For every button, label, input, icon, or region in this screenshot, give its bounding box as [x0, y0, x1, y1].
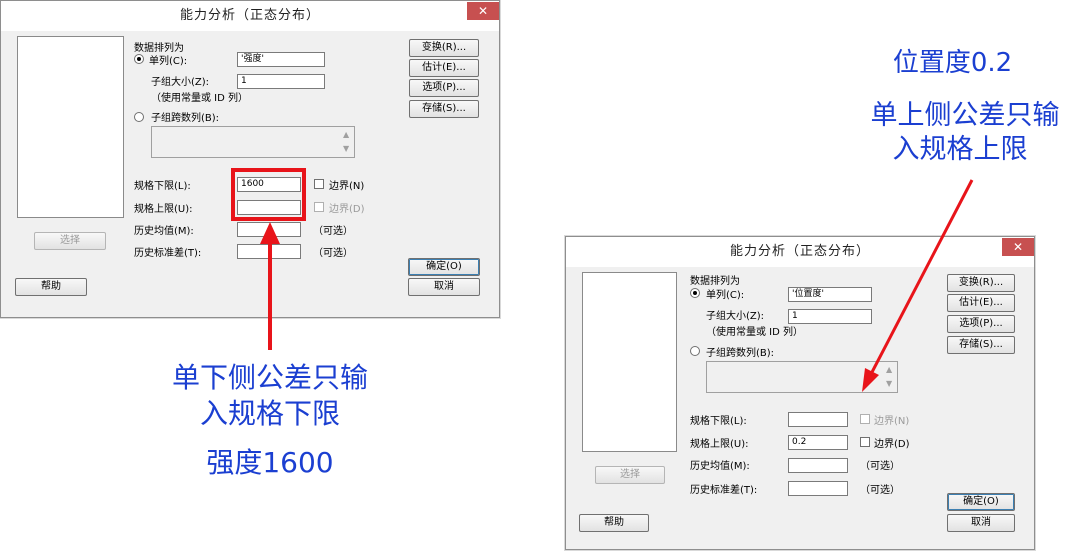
lsl-label: 规格下限(L): [690, 416, 747, 427]
help-button[interactable]: 帮助 [579, 514, 649, 532]
dialog-title: 能力分析（正态分布） [1, 1, 499, 31]
usl-boundary-checkbox[interactable] [314, 202, 324, 212]
single-column-radio[interactable] [690, 288, 700, 298]
options-button[interactable]: 选项(P)... [409, 79, 479, 97]
usl-boundary-label: 边界(D) [329, 204, 365, 215]
single-column-input[interactable]: '位置度' [788, 287, 872, 302]
lsl-input[interactable]: 1600 [237, 177, 301, 192]
lsl-boundary-checkbox[interactable] [314, 179, 324, 189]
storage-button[interactable]: 存储(S)... [947, 336, 1015, 354]
usl-label: 规格上限(U): [134, 204, 193, 215]
lsl-label: 规格下限(L): [134, 181, 191, 192]
usl-boundary-label: 边界(D) [874, 439, 910, 450]
capability-dialog-left: 能力分析（正态分布） ✕ 数据排列为 单列(C): '强度' 子组大小(Z): … [0, 0, 500, 318]
close-button[interactable]: ✕ [467, 2, 499, 20]
subgroup-size-input[interactable]: 1 [788, 309, 872, 324]
dialog-title: 能力分析（正态分布） [566, 237, 1034, 267]
ok-button[interactable]: 确定(O) [408, 258, 480, 276]
lsl-input[interactable] [788, 412, 848, 427]
subgroup-hint: （使用常量或 ID 列） [151, 93, 249, 104]
hist-mean-optional: （可选） [860, 461, 900, 472]
hist-sd-input[interactable] [237, 244, 301, 259]
cancel-button[interactable]: 取消 [947, 514, 1015, 532]
close-icon: ✕ [1012, 240, 1024, 254]
subgroups-across-radio[interactable] [690, 346, 700, 356]
right-annotation-value: 位置度0.2 [892, 48, 1013, 78]
subgroups-across-radio[interactable] [134, 112, 144, 122]
estimate-button[interactable]: 估计(E)... [409, 59, 479, 77]
single-column-label: 单列(C): [149, 56, 188, 67]
hist-sd-label: 历史标准差(T): [134, 248, 202, 259]
transform-button[interactable]: 变换(R)... [409, 39, 479, 57]
subgroup-size-label: 子组大小(Z): [706, 311, 765, 322]
hist-sd-label: 历史标准差(T): [690, 485, 758, 496]
left-annotation-line1: 单下侧公差只输 [171, 361, 368, 394]
right-annotation-line2: 入规格上限 [892, 134, 1028, 165]
transform-button[interactable]: 变换(R)... [947, 274, 1015, 292]
hist-mean-optional: （可选） [313, 226, 353, 237]
usl-label: 规格上限(U): [690, 439, 749, 450]
lsl-boundary-label: 边界(N) [329, 181, 365, 192]
single-column-label: 单列(C): [706, 290, 745, 301]
variable-list[interactable] [582, 272, 677, 452]
options-button[interactable]: 选项(P)... [947, 315, 1015, 333]
select-button[interactable]: 选择 [34, 232, 106, 250]
hist-mean-label: 历史均值(M): [690, 461, 750, 472]
single-column-radio[interactable] [134, 54, 144, 64]
usl-input[interactable] [237, 200, 301, 215]
cancel-button[interactable]: 取消 [408, 278, 480, 296]
capability-dialog-right: 能力分析（正态分布） ✕ 数据排列为 单列(C): '位置度' 子组大小(Z):… [565, 236, 1035, 550]
scroll-up-icon[interactable]: ▲ [343, 130, 352, 140]
usl-boundary-checkbox[interactable] [860, 437, 870, 447]
hist-sd-input[interactable] [788, 481, 848, 496]
subgroup-hint: （使用常量或 ID 列） [706, 327, 804, 338]
subgroups-across-label: 子组跨数列(B): [706, 348, 775, 359]
scroll-down-icon[interactable]: ▼ [886, 379, 895, 389]
hist-sd-optional: （可选） [860, 485, 900, 496]
single-column-input[interactable]: '强度' [237, 52, 325, 67]
lsl-boundary-checkbox[interactable] [860, 414, 870, 424]
data-arrangement-label: 数据排列为 [690, 276, 740, 287]
hist-mean-input[interactable] [788, 458, 848, 473]
subgroups-across-field[interactable]: ▲ ▼ [706, 361, 898, 393]
close-icon: ✕ [477, 4, 489, 18]
close-button[interactable]: ✕ [1002, 238, 1034, 256]
usl-input[interactable]: 0.2 [788, 435, 848, 450]
subgroup-size-label: 子组大小(Z): [151, 77, 210, 88]
hist-mean-input[interactable] [237, 222, 301, 237]
hist-sd-optional: （可选） [313, 248, 353, 259]
left-annotation-value: 强度1600 [206, 446, 334, 479]
estimate-button[interactable]: 估计(E)... [947, 294, 1015, 312]
ok-button[interactable]: 确定(O) [947, 493, 1015, 511]
select-button[interactable]: 选择 [595, 466, 665, 484]
storage-button[interactable]: 存储(S)... [409, 100, 479, 118]
hist-mean-label: 历史均值(M): [134, 226, 194, 237]
subgroups-across-field[interactable]: ▲ ▼ [151, 126, 355, 158]
scroll-up-icon[interactable]: ▲ [886, 365, 895, 375]
lsl-boundary-label: 边界(N) [874, 416, 910, 427]
variable-list[interactable] [17, 36, 124, 218]
help-button[interactable]: 帮助 [15, 278, 87, 296]
subgroups-across-label: 子组跨数列(B): [151, 113, 220, 124]
subgroup-size-input[interactable]: 1 [237, 74, 325, 89]
scroll-down-icon[interactable]: ▼ [343, 144, 352, 154]
left-annotation-line2: 入规格下限 [199, 397, 340, 430]
